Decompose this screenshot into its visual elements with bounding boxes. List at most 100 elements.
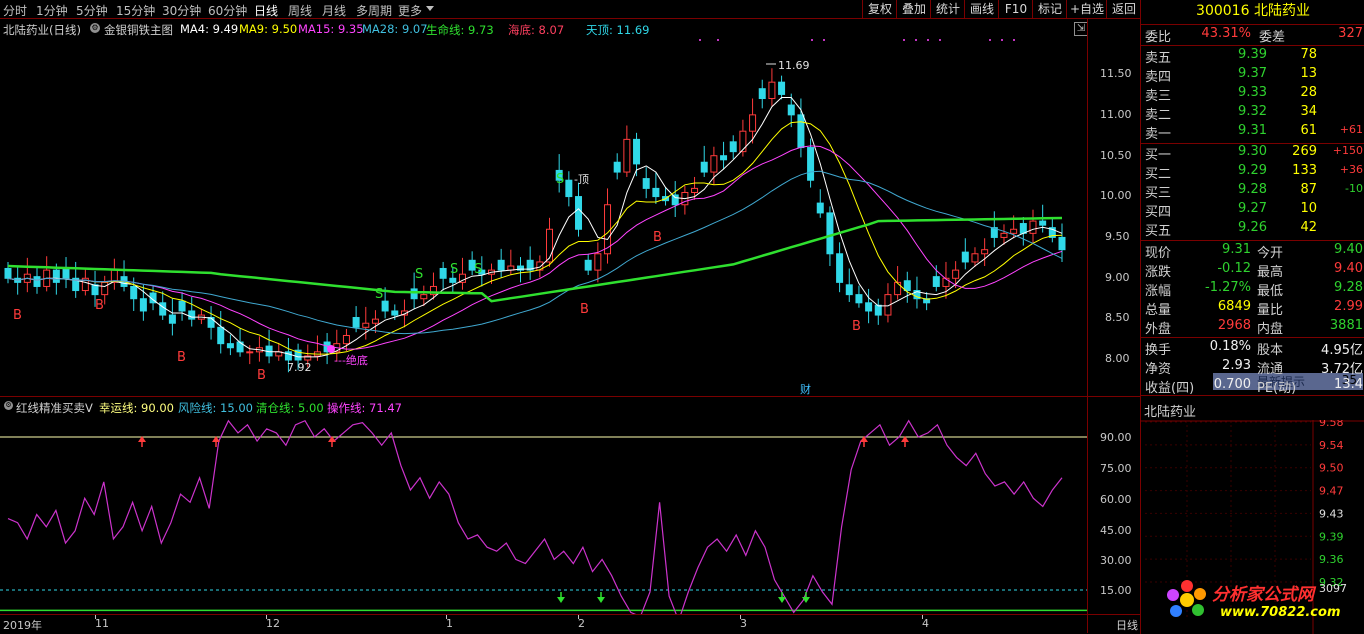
sell-signal: S xyxy=(415,267,423,282)
add-watchlist-button[interactable]: +自选 xyxy=(1066,0,1107,18)
candle-body xyxy=(971,253,979,263)
period-5min[interactable]: 5分钟 xyxy=(76,2,108,19)
candle-body xyxy=(1000,232,1008,238)
stat-label: 换手 xyxy=(1145,343,1172,358)
stat-label: 最低 xyxy=(1257,284,1284,299)
period-60min[interactable]: 60分钟 xyxy=(208,2,247,19)
stat-label: 流通 xyxy=(1257,362,1284,377)
candle-body xyxy=(778,81,786,95)
overlay-button[interactable]: 叠加 xyxy=(896,0,931,18)
site-logo xyxy=(1165,578,1209,622)
date-tick: 4 xyxy=(922,617,929,630)
dot-marker xyxy=(939,39,941,41)
candle-body xyxy=(62,267,70,279)
stat-label: 外盘 xyxy=(1145,322,1172,337)
price-tick: 9.50 xyxy=(1105,230,1130,243)
candle-body xyxy=(91,284,99,296)
candle-body xyxy=(207,317,215,328)
bid-label: 买五 xyxy=(1145,224,1172,239)
bid-label: 买四 xyxy=(1145,205,1172,220)
candle-body xyxy=(1010,228,1018,234)
candle-body xyxy=(739,130,747,153)
period-15min[interactable]: 15分钟 xyxy=(116,2,155,19)
candle-body xyxy=(768,81,776,100)
candle-body xyxy=(874,304,882,316)
candle-body xyxy=(188,310,196,320)
sell-signal: S xyxy=(450,262,458,277)
candle-body xyxy=(700,161,708,173)
mini-price-tick: 9.39 xyxy=(1319,530,1344,543)
candle-body xyxy=(894,281,902,296)
stat-label: 净资 xyxy=(1145,362,1172,377)
candle-body xyxy=(410,288,418,300)
candle-body xyxy=(101,281,109,296)
period-1min[interactable]: 1分钟 xyxy=(36,2,68,19)
candle-body xyxy=(865,302,873,312)
period-weekly[interactable]: 周线 xyxy=(288,2,312,19)
date-axis: 2019年 11 12 1 2 3 4 日线 xyxy=(0,615,1140,633)
sell-signal: S xyxy=(474,262,482,277)
finance-event-icon: 财 xyxy=(800,382,811,396)
date-tick: 1 xyxy=(446,617,453,630)
bid-volume: 87 xyxy=(1300,182,1317,197)
price-tick: 8.50 xyxy=(1105,311,1130,324)
period-more[interactable]: 更多 xyxy=(398,2,422,19)
candle-body xyxy=(642,178,650,189)
price-tick: 10.00 xyxy=(1100,189,1132,202)
candle-body xyxy=(797,114,805,149)
candle-body xyxy=(961,251,969,263)
candle-body xyxy=(671,194,679,206)
bid-label: 买三 xyxy=(1145,186,1172,201)
stat-row: 总量 6849 量比 2.99 xyxy=(1141,299,1364,318)
candle-body xyxy=(565,179,573,198)
dot-marker xyxy=(989,39,991,41)
price-tick: 11.00 xyxy=(1100,108,1132,121)
stat-row: 换手 0.18% 股本 4.95亿 xyxy=(1141,339,1364,358)
candle-body xyxy=(952,269,960,279)
stat-label: 量比 xyxy=(1257,303,1284,318)
stat-value: 13.4 xyxy=(1334,377,1363,392)
indicator-tick: 75.00 xyxy=(1100,462,1132,475)
candle-body xyxy=(749,114,757,132)
stat-value: 9.28 xyxy=(1334,280,1363,295)
date-tick: 2019年 xyxy=(3,619,42,632)
bid-row: 买三 9.28 87 -10 xyxy=(1141,182,1364,201)
candle-body xyxy=(1058,236,1066,251)
indicator-tick: 15.00 xyxy=(1100,584,1132,597)
period-multi[interactable]: 多周期 xyxy=(356,2,392,19)
mark-button[interactable]: 标记 xyxy=(1032,0,1067,18)
high-label: 11.69 xyxy=(778,59,810,72)
ask-row: 卖四 9.37 13 xyxy=(1141,66,1364,85)
fuquan-button[interactable]: 复权 xyxy=(862,0,897,18)
date-tick: 3 xyxy=(740,617,747,630)
candle-body xyxy=(758,88,766,100)
period-daily[interactable]: 日线 xyxy=(254,2,278,19)
candle-body xyxy=(633,138,641,165)
stat-label: 今开 xyxy=(1257,246,1284,261)
back-button[interactable]: 返回 xyxy=(1106,0,1141,18)
weibi-value: 43.31% xyxy=(1201,26,1251,41)
top-label: -顶 xyxy=(574,173,589,186)
ma9-line xyxy=(7,121,1063,355)
candle-body xyxy=(52,269,60,283)
period-monthly[interactable]: 月线 xyxy=(322,2,346,19)
period-30min[interactable]: 30分钟 xyxy=(162,2,201,19)
low-label: 7.92 xyxy=(287,361,312,374)
price-tick: 9.00 xyxy=(1105,271,1130,284)
candle-body xyxy=(932,276,940,287)
stat-value: 3.72亿 xyxy=(1321,362,1363,377)
bottom-label: ---绝底 xyxy=(334,353,368,367)
more-dropdown-icon[interactable] xyxy=(426,6,434,11)
stock-code: 300016 xyxy=(1196,3,1250,19)
f10-button[interactable]: F10 xyxy=(998,0,1033,18)
candle-body xyxy=(575,196,583,230)
statistics-button[interactable]: 统计 xyxy=(930,0,965,18)
bid-change: +150 xyxy=(1332,144,1363,157)
stat-value: 6849 xyxy=(1217,299,1251,314)
period-fenshi[interactable]: 分时 xyxy=(3,2,27,19)
buy-signal: B xyxy=(580,302,589,317)
kline-chart[interactable]: B B B B B B B S S S S S -顶 11.69 7.92 ---绝底财 xyxy=(0,19,1087,396)
draw-line-button[interactable]: 画线 xyxy=(964,0,999,18)
ask-label: 卖二 xyxy=(1145,108,1172,123)
indicator-chart[interactable] xyxy=(0,397,1087,614)
